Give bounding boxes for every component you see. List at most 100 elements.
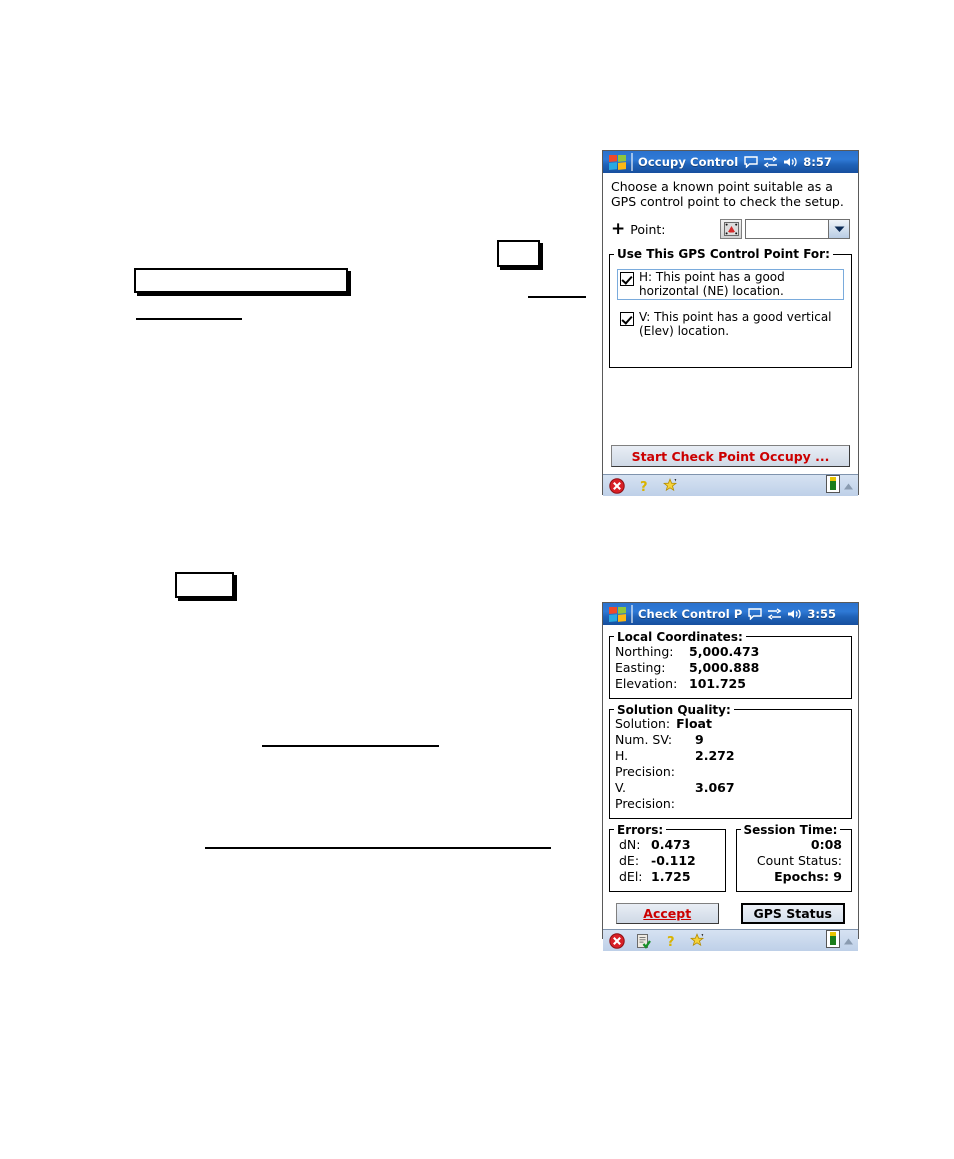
gps-status-button[interactable]: GPS Status	[740, 903, 845, 924]
groupbox-caption: Use This GPS Control Point For:	[614, 247, 833, 261]
de-label: dE:	[619, 853, 640, 868]
northing-row: Northing: 5,000.473	[615, 644, 846, 660]
connectivity-icon[interactable]	[767, 605, 782, 624]
errors-caption: Errors:	[614, 822, 667, 838]
titlebar-divider	[631, 605, 633, 623]
h-precision-label: H. Precision:	[615, 748, 675, 779]
checkbox-row-horizontal[interactable]: H: This point has a good horizontal (NE)…	[617, 269, 844, 300]
easting-value: 5,000.888	[689, 660, 760, 675]
v-precision-label: V. Precision:	[615, 780, 675, 811]
underline-rule-2	[528, 296, 586, 298]
close-icon[interactable]	[607, 477, 627, 495]
northing-label: Northing:	[615, 644, 674, 659]
checkbox-vertical-label: V: This point has a good vertical (Elev)…	[639, 310, 832, 338]
svg-text:?: ?	[640, 480, 648, 494]
occupy-control-window: Occupy Control 8:57 Choose a known point…	[602, 150, 859, 497]
titlebar-divider	[631, 153, 633, 171]
de-row: dE: -0.112	[615, 853, 720, 869]
underline-rule-3	[262, 745, 439, 747]
expand-up-icon[interactable]	[843, 931, 854, 950]
redacted-box-small-mid	[175, 572, 234, 598]
close-icon[interactable]	[607, 932, 627, 950]
volume-icon[interactable]	[787, 605, 802, 624]
errors-session-row: Errors: dN: 0.473 dE: -0.112 dEl: 1.725	[609, 822, 852, 892]
del-label: dEl:	[619, 869, 643, 884]
checkbox-horizontal-label: H: This point has a good horizontal (NE)…	[639, 270, 785, 298]
checkbox-row-vertical[interactable]: V: This point has a good vertical (Elev)…	[617, 309, 844, 340]
clock: 3:55	[807, 607, 836, 621]
start-check-point-occupy-label: Start Check Point Occupy ...	[631, 448, 830, 464]
elevation-value: 101.725	[689, 676, 746, 691]
de-value: -0.112	[651, 853, 696, 868]
volume-icon[interactable]	[783, 153, 798, 172]
checkbox-vertical[interactable]	[620, 312, 634, 326]
chevron-down-icon[interactable]	[829, 219, 850, 239]
check-control-point-titlebar: Check Control P 3:55	[603, 603, 858, 625]
point-selector-row: + Point:	[603, 209, 858, 245]
num-sv-value: 9	[695, 732, 704, 747]
svg-text:?: ?	[667, 935, 675, 949]
start-icon[interactable]	[604, 152, 630, 172]
occupy-control-titlebar: Occupy Control 8:57	[603, 151, 858, 173]
accept-button[interactable]: Accept	[616, 903, 719, 924]
start-icon[interactable]	[604, 604, 630, 624]
help-icon[interactable]: ?	[634, 477, 654, 495]
messaging-icon[interactable]	[748, 605, 763, 624]
dn-row: dN: 0.473	[615, 837, 720, 853]
solution-label: Solution:	[615, 716, 671, 731]
taskbar-right-icons	[826, 929, 854, 952]
point-combobox[interactable]	[745, 219, 850, 239]
messaging-icon[interactable]	[744, 153, 758, 172]
underline-rule-1	[136, 318, 242, 320]
gps-control-point-groupbox: Use This GPS Control Point For: H: This …	[609, 247, 852, 368]
redacted-box-small-top	[497, 240, 540, 267]
errors-groupbox: Errors: dN: 0.473 dE: -0.112 dEl: 1.725	[609, 822, 726, 892]
check-control-point-client: Local Coordinates: Northing: 5,000.473 E…	[603, 629, 858, 929]
favorites-icon[interactable]	[661, 477, 681, 495]
num-sv-label: Num. SV:	[615, 732, 673, 747]
help-icon[interactable]: ?	[661, 932, 681, 950]
redacted-box-wide	[134, 268, 348, 293]
solution-row: Solution: Float	[615, 716, 846, 732]
session-time-groupbox: Session Time: 0:08 Count Status: Epochs:…	[735, 822, 852, 892]
point-input[interactable]	[745, 219, 829, 239]
checkbox-horizontal[interactable]	[620, 272, 634, 286]
clock: 8:57	[803, 155, 832, 169]
northing-value: 5,000.473	[689, 644, 760, 659]
local-coordinates-caption: Local Coordinates:	[614, 629, 746, 645]
gps-status-button-label: GPS Status	[753, 906, 832, 921]
document-page: Occupy Control 8:57 Choose a known point…	[0, 0, 954, 1159]
v-precision-value: 3.067	[695, 780, 735, 795]
v-precision-row: V. Precision: 3.067	[615, 780, 846, 812]
easting-row: Easting: 5,000.888	[615, 660, 846, 676]
num-sv-row: Num. SV: 9	[615, 732, 846, 748]
count-status-value: Epochs: 9	[774, 869, 842, 884]
h-precision-row: H. Precision: 2.272	[615, 748, 846, 780]
connectivity-icon[interactable]	[763, 153, 778, 172]
taskbar-right-icons	[826, 474, 854, 497]
session-time-caption: Session Time:	[740, 822, 841, 838]
occupy-control-client: Choose a known point suitable as a GPS c…	[603, 173, 858, 474]
underline-rule-4	[205, 847, 551, 849]
battery-icon[interactable]	[826, 474, 840, 497]
local-coordinates-groupbox: Local Coordinates: Northing: 5,000.473 E…	[609, 629, 852, 699]
h-precision-value: 2.272	[695, 748, 735, 763]
battery-icon[interactable]	[826, 929, 840, 952]
notes-check-icon[interactable]	[634, 932, 654, 950]
elevation-label: Elevation:	[615, 676, 678, 691]
solution-value: Float	[676, 716, 712, 731]
titlebar-status-icons	[748, 605, 802, 624]
count-status-label: Count Status:	[756, 853, 842, 868]
solution-quality-groupbox: Solution Quality: Solution: Float Num. S…	[609, 702, 852, 819]
instruction-text: Choose a known point suitable as a GPS c…	[611, 179, 844, 209]
start-check-point-occupy-button[interactable]: Start Check Point Occupy ...	[611, 445, 850, 467]
accept-button-label: Accept	[643, 906, 692, 921]
favorites-icon[interactable]	[688, 932, 708, 950]
session-elapsed: 0:08	[810, 837, 842, 852]
check-control-point-window: Check Control P 3:55 Local Coordinates: …	[602, 602, 859, 951]
window-title: Occupy Control	[638, 155, 739, 169]
plus-icon: +	[611, 219, 626, 239]
map-point-pick-icon[interactable]	[720, 219, 742, 239]
dn-label: dN:	[619, 837, 641, 852]
expand-up-icon[interactable]	[843, 476, 854, 495]
